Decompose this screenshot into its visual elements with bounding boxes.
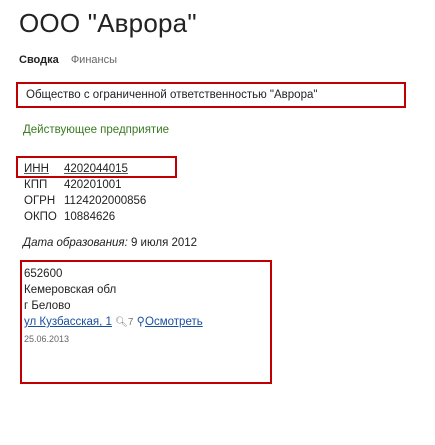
address-count: 7 [127, 317, 134, 328]
full-name-highlight: Общество с ограниченной ответственностью… [16, 82, 406, 108]
company-status: Действующее предприятие [23, 124, 170, 136]
map-view-link[interactable]: Осмотреть [145, 316, 203, 328]
address-date: 25.06.2013 [24, 334, 70, 344]
requisite-value: 420201001 [64, 179, 122, 191]
requisite-value: 10884626 [64, 211, 116, 223]
company-full-name: Общество с ограниченной ответственностью… [26, 89, 318, 101]
search-icon: 🔍︎ [115, 317, 128, 328]
address-block: 652600 Кемеровская обл г Белово ул Кузба… [24, 266, 203, 347]
address-city: г Белово [24, 300, 71, 312]
requisite-ogrn: ОГРН 1124202000856 [24, 193, 146, 209]
requisites-list: ИНН 4202044015 КПП 420201001 ОГРН 112420200… [24, 161, 146, 225]
requisite-okpo: ОКПО 10884626 [24, 209, 146, 225]
requisite-kpp: КПП 420201001 [24, 177, 146, 193]
founded-value: 9 июля 2012 [130, 237, 198, 249]
street-link[interactable]: ул Кузбасская, 1 [24, 316, 112, 328]
map-pin-icon: ⚲ [136, 316, 146, 328]
address-postcode: 652600 [24, 268, 63, 280]
requisite-label: ОГРН [24, 195, 56, 207]
page-title: ООО "Аврора" [19, 8, 197, 38]
requisite-label: ИНН [24, 163, 49, 175]
tab-bar: Сводка Финансы [19, 54, 117, 66]
requisite-label: КПП [24, 179, 48, 191]
address-region: Кемеровская обл [24, 284, 117, 296]
founded-label: Дата образования: [23, 237, 128, 249]
address-street-row: ул Кузбасская, 1 🔍︎7 ⚲Осмотреть [24, 314, 203, 331]
tab-finances[interactable]: Финансы [71, 54, 117, 66]
requisite-label: ОКПО [24, 211, 57, 223]
requisite-value: 4202044015 [64, 163, 128, 175]
tab-summary[interactable]: Сводка [19, 54, 59, 66]
founded-date: Дата образования: 9 июля 2012 [23, 237, 197, 249]
requisite-value: 1124202000856 [64, 195, 147, 207]
requisite-inn: ИНН 4202044015 [24, 161, 146, 177]
